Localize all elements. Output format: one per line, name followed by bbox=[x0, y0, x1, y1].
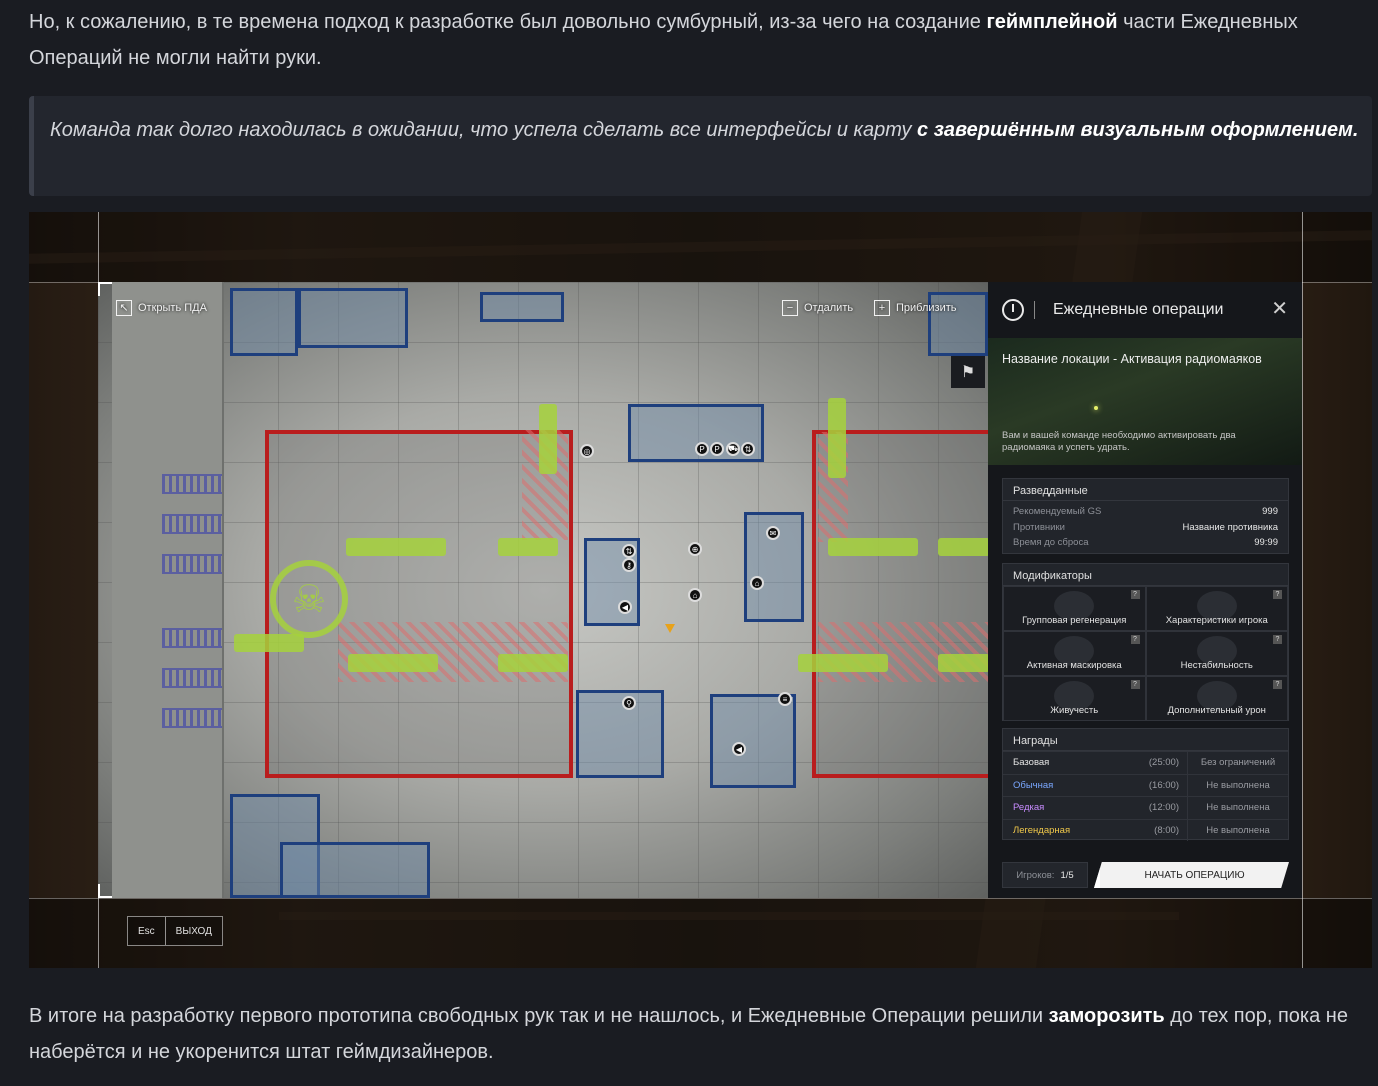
location-card: Название локации - Активация радиомаяков… bbox=[988, 338, 1302, 465]
exit-label: ВЫХОД bbox=[175, 925, 212, 937]
poi-bank-icon[interactable]: ⌂ bbox=[750, 576, 764, 590]
tactical-map[interactable]: ☠ P P ⛟ ⇅ ◎ ⇅ ⚷ ⊕ ⌂ ◀ ✉ ⌂ ⚲ ≡ ◀ ↖ Открыт… bbox=[98, 282, 990, 898]
close-icon[interactable]: ✕ bbox=[1271, 296, 1288, 321]
poi-shop-icon[interactable]: ⛟ bbox=[726, 442, 740, 456]
daily-operations-panel: Ежедневные операции ✕ Название локации -… bbox=[988, 282, 1302, 898]
players-count: Игроков: 1/5 bbox=[1002, 862, 1088, 888]
player-marker-icon bbox=[665, 624, 675, 633]
skull-zone-icon: ☠ bbox=[270, 560, 348, 638]
expand-icon: ↖ bbox=[116, 300, 132, 316]
poi-key-icon[interactable]: ⚷ bbox=[622, 558, 636, 572]
poi-target-icon[interactable]: ◎ bbox=[580, 444, 594, 458]
exit-button[interactable]: Esc ВЫХОД bbox=[127, 916, 223, 946]
locate-icon[interactable]: ⚑ bbox=[951, 356, 985, 388]
poi-search-icon[interactable]: ⚲ bbox=[622, 696, 636, 710]
reward-row: Редкая (12:00) Не выполнена bbox=[1003, 796, 1288, 819]
poi-mail-icon[interactable]: ✉ bbox=[766, 526, 780, 540]
game-screenshot: ☠ P P ⛟ ⇅ ◎ ⇅ ⚷ ⊕ ⌂ ◀ ✉ ⌂ ⚲ ≡ ◀ ↖ Открыт… bbox=[29, 212, 1372, 968]
reward-row: Базовая (25:00) Без ограничений bbox=[1003, 751, 1288, 774]
stopwatch-icon bbox=[1002, 299, 1024, 321]
minus-icon: − bbox=[782, 300, 798, 316]
poi-p2-icon[interactable]: P bbox=[710, 442, 724, 456]
intel-row: Рекомендуемый GS 999 bbox=[1013, 506, 1278, 518]
zoom-out-button[interactable]: − Отдалить bbox=[782, 300, 853, 316]
modifier-card[interactable]: ? Групповая регенерация bbox=[1003, 586, 1146, 631]
modifier-card[interactable]: ? Характеристики игрока bbox=[1145, 586, 1288, 631]
reward-row: Легендарная (8:00) Не выполнена bbox=[1003, 818, 1288, 841]
panel-title: Ежедневные операции bbox=[1053, 301, 1224, 318]
poi-speaker-icon[interactable]: ◀ bbox=[618, 600, 632, 614]
esc-key: Esc bbox=[128, 917, 166, 945]
poi-swap-icon[interactable]: ⇅ bbox=[741, 442, 755, 456]
intel-row: Противники Название противника bbox=[1013, 521, 1278, 533]
intel-row: Время до сброса 99:99 bbox=[1013, 537, 1278, 549]
poi-arrows-icon[interactable]: ⇅ bbox=[622, 544, 636, 558]
poi-home-icon[interactable]: ⌂ bbox=[688, 588, 702, 602]
blockquote: Команда так долго находилась в ожидании,… bbox=[29, 96, 1372, 196]
poi-speaker2-icon[interactable]: ◀ bbox=[732, 742, 746, 756]
paragraph-intro: Но, к сожалению, в те времена подход к р… bbox=[29, 11, 1298, 69]
rewards-section: Награды Базовая (25:00) Без ограничений Об… bbox=[1002, 728, 1289, 841]
open-pda-button[interactable]: ↖ Открыть ПДА bbox=[116, 300, 207, 316]
modifier-card[interactable]: ? Активная маскировка bbox=[1003, 631, 1146, 676]
poi-bars-icon[interactable]: ≡ bbox=[778, 692, 792, 706]
start-operation-button[interactable]: НАЧАТЬ ОПЕРАЦИЮ bbox=[1094, 862, 1289, 888]
location-title: Название локации - Активация радиомаяков bbox=[1002, 352, 1262, 366]
poi-crosshair-icon[interactable]: ⊕ bbox=[688, 542, 702, 556]
location-description: Вам и вашей команде необходимо активиров… bbox=[1002, 430, 1236, 453]
plus-icon: + bbox=[874, 300, 890, 316]
paragraph-conclusion: В итоге на разработку первого прототипа … bbox=[29, 1005, 1348, 1063]
modifier-card[interactable]: ? Нестабильность bbox=[1145, 631, 1288, 676]
intel-section: Разведданные Рекомендуемый GS 999 Противн… bbox=[1002, 478, 1289, 554]
zoom-in-button[interactable]: + Приблизить bbox=[874, 300, 957, 316]
modifier-card[interactable]: ? Дополнительный урон bbox=[1145, 676, 1288, 721]
reward-row: Обычная (16:00) Не выполнена bbox=[1003, 773, 1288, 796]
modifier-card[interactable]: ? Живучесть bbox=[1003, 676, 1146, 721]
poi-p-icon[interactable]: P bbox=[695, 442, 709, 456]
modifiers-section: Модификаторы ? Групповая регенерация ? Хар… bbox=[1002, 563, 1289, 721]
